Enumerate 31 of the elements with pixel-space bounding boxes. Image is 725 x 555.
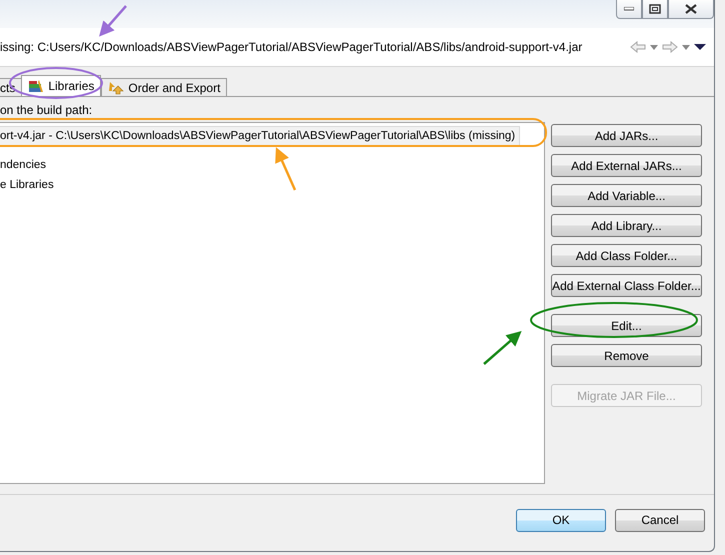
tree-item[interactable]: e Libraries [0, 175, 59, 195]
menu-caret-icon[interactable] [694, 44, 706, 50]
action-button[interactable]: Add Library... [551, 214, 702, 237]
action-button[interactable]: Remove [551, 344, 702, 367]
tab[interactable]: Order and Export [101, 78, 228, 97]
error-message: issing: C:Users/KC/Downloads/ABSViewPagerTutorial/ABSViewPagerTutorial/ABS/libs/android-support-v4.jar [0, 40, 582, 54]
action-button[interactable]: Add External Class Folder... [551, 274, 702, 297]
close-icon [685, 4, 697, 14]
arrow-annotation [483, 331, 522, 365]
action-button[interactable]: Add JARs... [551, 124, 702, 147]
dropdown-caret-icon[interactable] [650, 44, 658, 50]
close-button[interactable] [668, 0, 714, 19]
action-button[interactable]: Add External JARs... [551, 154, 702, 177]
action-button[interactable]: Edit... [551, 314, 702, 337]
tree-item[interactable]: ort-v4.jar - C:\Users\KC\Downloads\ABSViewPagerTutorial\ABSViewPagerTutorial\ABS\libs (missing) [0, 126, 520, 146]
arrow-annotation [99, 5, 127, 37]
maximize-icon [649, 4, 661, 14]
dialog-button[interactable]: Cancel [615, 508, 705, 532]
arrow-annotation [275, 147, 296, 190]
maximize-button[interactable] [642, 0, 668, 19]
minimize-button[interactable] [616, 0, 642, 19]
dropdown-caret-icon[interactable] [682, 44, 690, 50]
build-path-label: on the build path: [0, 103, 94, 117]
books-icon [28, 79, 44, 93]
action-button[interactable]: Add Class Folder... [551, 244, 702, 267]
action-button[interactable]: Add Variable... [551, 184, 702, 207]
minimize-icon [624, 7, 634, 11]
tree-item[interactable]: ndencies [0, 155, 52, 175]
arrows-icon [108, 80, 124, 94]
tab[interactable]: Libraries [21, 75, 102, 97]
dialog-button[interactable]: OK [516, 508, 606, 532]
